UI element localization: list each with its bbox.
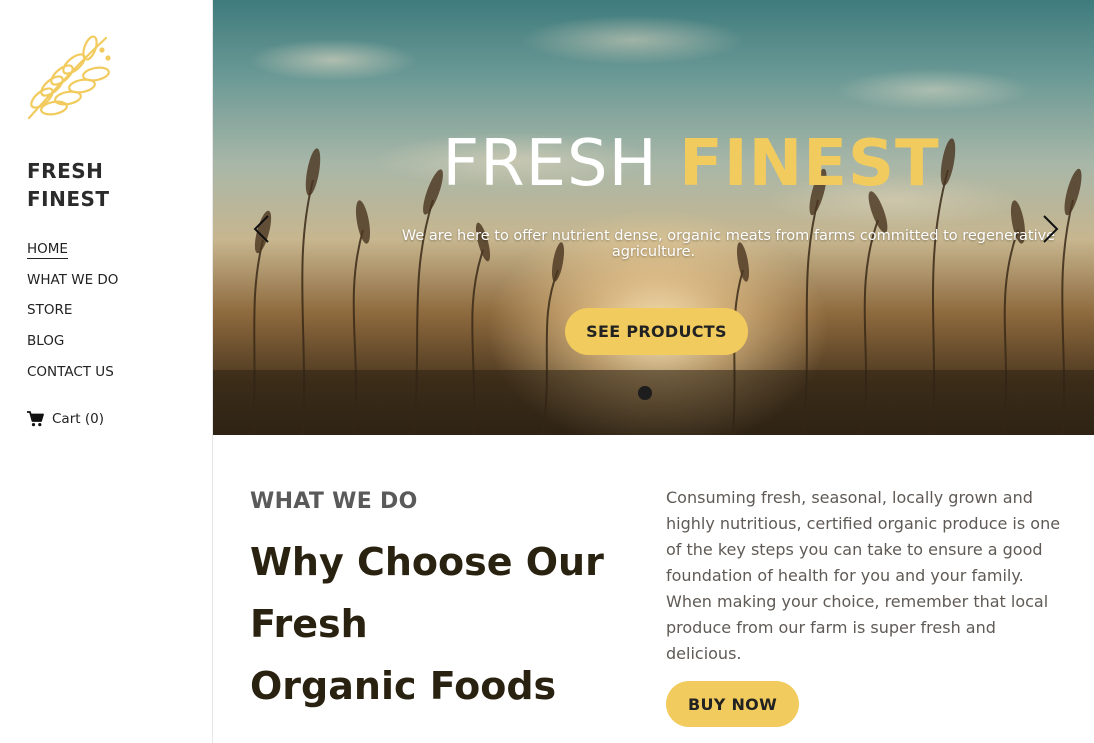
- hero-title-part-2: FINEST: [679, 127, 940, 201]
- brand-line-2: FINEST: [27, 187, 110, 211]
- buy-now-button[interactable]: BUY NOW: [666, 681, 799, 727]
- nav-item-store[interactable]: STORE: [27, 300, 118, 331]
- nav-item-label: WHAT WE DO: [27, 271, 119, 288]
- nav-item-home[interactable]: HOME: [27, 239, 118, 270]
- main-nav: HOME WHAT WE DO STORE BLOG CONTACT US: [27, 239, 118, 392]
- headline-line-3: Organic Foods: [250, 664, 557, 708]
- nav-item-blog[interactable]: BLOG: [27, 331, 118, 362]
- brand-line-1: FRESH: [27, 159, 104, 183]
- see-products-button[interactable]: SEE PRODUCTS: [565, 308, 748, 355]
- nav-item-contact-us[interactable]: CONTACT US: [27, 362, 118, 393]
- chevron-right-icon: [1043, 215, 1059, 243]
- chevron-left-icon: [253, 215, 269, 243]
- grass-silhouette-image: [213, 138, 1094, 435]
- nav-item-label: STORE: [27, 302, 73, 319]
- hero-title: FRESH FINEST: [213, 124, 1094, 204]
- nav-item-label: BLOG: [27, 333, 65, 350]
- section-eyebrow: WHAT WE DO: [250, 489, 418, 514]
- hero-subtitle: We are here to offer nutrient dense, org…: [401, 228, 1056, 260]
- slider-next-button[interactable]: [1039, 214, 1061, 244]
- headline-line-1: Why Choose Our: [250, 540, 604, 584]
- wheat-logo-icon[interactable]: [24, 28, 122, 122]
- nav-item-what-we-do[interactable]: WHAT WE DO: [27, 270, 118, 301]
- slider-prev-button[interactable]: [251, 214, 273, 244]
- hero-title-part-1: FRESH: [442, 127, 658, 201]
- sidebar: FRESH FINEST HOME WHAT WE DO STORE BLOG …: [0, 0, 213, 743]
- cart-label: Cart (0): [52, 411, 104, 427]
- section-headline: Why Choose Our Fresh Organic Foods: [250, 531, 630, 717]
- cart-link[interactable]: Cart (0): [27, 411, 104, 427]
- headline-line-2: Fresh: [250, 602, 368, 646]
- nav-item-label: CONTACT US: [27, 363, 114, 380]
- section-body-text: Consuming fresh, seasonal, locally grown…: [666, 488, 1061, 663]
- hero-slider: FRESH FINEST We are here to offer nutrie…: [213, 0, 1094, 435]
- shopping-cart-icon: [27, 411, 44, 427]
- nav-item-label: HOME: [27, 241, 68, 259]
- brand-name[interactable]: FRESH FINEST: [27, 157, 197, 213]
- what-we-do-section: WHAT WE DO Why Choose Our Fresh Organic …: [213, 435, 1094, 743]
- slider-dot-1[interactable]: [638, 386, 652, 400]
